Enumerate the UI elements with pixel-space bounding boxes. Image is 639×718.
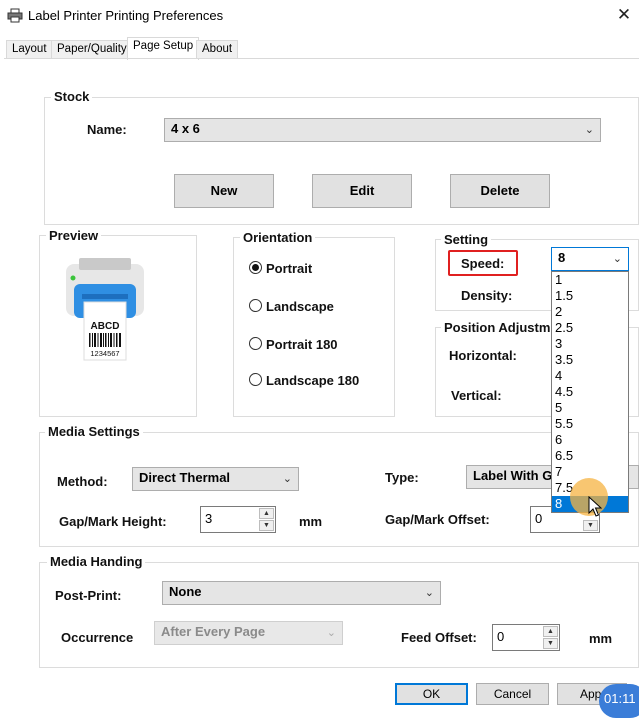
ok-button[interactable]: OK — [395, 683, 468, 705]
speed-option[interactable]: 3.5 — [552, 352, 628, 368]
chevron-down-icon: ⌄ — [612, 253, 622, 265]
speed-option[interactable]: 1 — [552, 272, 628, 288]
chevron-down-icon: ⌄ — [282, 473, 292, 485]
preview-group-title: Preview — [46, 228, 102, 243]
method-value: Direct Thermal — [139, 470, 231, 485]
speed-dropdown-list[interactable]: 1 1.5 2 2.5 3 3.5 4 4.5 5 5.5 6 6.5 7 7.… — [551, 271, 629, 513]
speed-option[interactable]: 5 — [552, 400, 628, 416]
stock-name-label: Name: — [87, 122, 127, 137]
method-label: Method: — [57, 474, 108, 489]
portrait-radio[interactable] — [249, 261, 262, 274]
gap-mark-height-spinner[interactable]: 3 ▲ ▼ — [200, 506, 276, 533]
chevron-down-icon: ⌄ — [424, 587, 434, 599]
stock-name-value: 4 x 6 — [171, 121, 200, 136]
media-settings-group-title: Media Settings — [45, 424, 143, 439]
window-title: Label Printer Printing Preferences — [28, 8, 224, 23]
landscape-radio[interactable] — [249, 299, 262, 312]
post-print-select[interactable]: None ⌄ — [162, 581, 441, 605]
gap-mark-height-label: Gap/Mark Height: — [59, 514, 167, 529]
chevron-down-icon: ⌄ — [326, 627, 336, 639]
stock-name-select[interactable]: 4 x 6 ⌄ — [164, 118, 601, 142]
portrait-180-label: Portrait 180 — [266, 337, 338, 352]
edit-button[interactable]: Edit — [312, 174, 412, 208]
chevron-down-icon: ⌄ — [584, 124, 594, 136]
gap-mark-offset-label: Gap/Mark Offset: — [385, 512, 490, 527]
speed-value: 8 — [558, 250, 566, 265]
post-print-value: None — [169, 584, 202, 599]
orientation-group-title: Orientation — [240, 230, 316, 245]
setting-group-title: Setting — [441, 232, 492, 247]
landscape-180-radio[interactable] — [249, 373, 262, 386]
delete-button[interactable]: Delete — [450, 174, 550, 208]
vertical-label: Vertical: — [451, 388, 502, 403]
tab-page-setup[interactable]: Page Setup — [127, 37, 200, 60]
mouse-cursor-icon — [588, 496, 602, 517]
feed-offset-label: Feed Offset: — [401, 630, 477, 645]
type-label: Type: — [385, 470, 419, 485]
speed-option[interactable]: 2 — [552, 304, 628, 320]
landscape-label: Landscape — [266, 299, 334, 314]
gap-mark-height-unit: mm — [299, 514, 323, 529]
spin-down-icon[interactable]: ▼ — [583, 520, 598, 531]
feed-offset-spinner[interactable]: 0 ▲ ▼ — [492, 624, 560, 651]
stock-group-title: Stock — [51, 89, 93, 104]
speed-select[interactable]: 8 ⌄ — [551, 247, 629, 271]
gap-mark-height-value: 3 — [205, 511, 213, 526]
preview-label-text: ABCD — [91, 321, 120, 332]
speed-option[interactable]: 4.5 — [552, 384, 628, 400]
spin-down-icon[interactable]: ▼ — [543, 638, 558, 649]
type-value: Label With G — [473, 468, 553, 483]
spin-up-icon[interactable]: ▲ — [543, 626, 558, 637]
horizontal-label: Horizontal: — [449, 348, 517, 363]
media-handling-group-title: Media Handing — [47, 554, 146, 569]
post-print-label: Post-Print: — [55, 588, 122, 603]
tab-paper-quality[interactable]: Paper/Quality — [51, 40, 133, 59]
speed-option[interactable]: 6 — [552, 432, 628, 448]
label-printer-preview-image: ABCD 1234567 — [66, 258, 144, 361]
speed-option[interactable]: 6.5 — [552, 448, 628, 464]
speed-option[interactable]: 1.5 — [552, 288, 628, 304]
gap-mark-offset-value: 0 — [535, 511, 543, 526]
preview-label-number: 1234567 — [90, 349, 119, 358]
portrait-180-radio[interactable] — [249, 337, 262, 350]
method-select[interactable]: Direct Thermal ⌄ — [132, 467, 299, 491]
feed-offset-unit: mm — [589, 631, 613, 646]
close-icon[interactable]: ✕ — [612, 4, 636, 26]
speed-option[interactable]: 4 — [552, 368, 628, 384]
density-label: Density: — [461, 288, 513, 303]
speed-label: Speed: — [461, 256, 505, 271]
position-group-title: Position Adjustm — [441, 320, 554, 335]
tab-divider — [4, 58, 639, 59]
media-handling-group — [39, 562, 639, 668]
occurrence-select[interactable]: After Every Page ⌄ — [154, 621, 343, 645]
cancel-button[interactable]: Cancel — [476, 683, 549, 705]
feed-offset-value: 0 — [497, 629, 505, 644]
new-button[interactable]: New — [174, 174, 274, 208]
speed-option[interactable]: 5.5 — [552, 416, 628, 432]
tab-about[interactable]: About — [196, 40, 239, 59]
spin-up-icon[interactable]: ▲ — [259, 508, 274, 519]
occurrence-value: After Every Page — [161, 624, 266, 639]
tab-layout[interactable]: Layout — [6, 40, 53, 59]
printer-icon — [7, 8, 23, 23]
occurrence-label: Occurrence — [61, 630, 134, 645]
spin-down-icon[interactable]: ▼ — [259, 520, 274, 531]
speed-option[interactable]: 3 — [552, 336, 628, 352]
speed-option[interactable]: 2.5 — [552, 320, 628, 336]
landscape-180-label: Landscape 180 — [266, 373, 360, 388]
portrait-label: Portrait — [266, 261, 313, 276]
recording-timer-badge: 01:11 — [599, 684, 639, 718]
